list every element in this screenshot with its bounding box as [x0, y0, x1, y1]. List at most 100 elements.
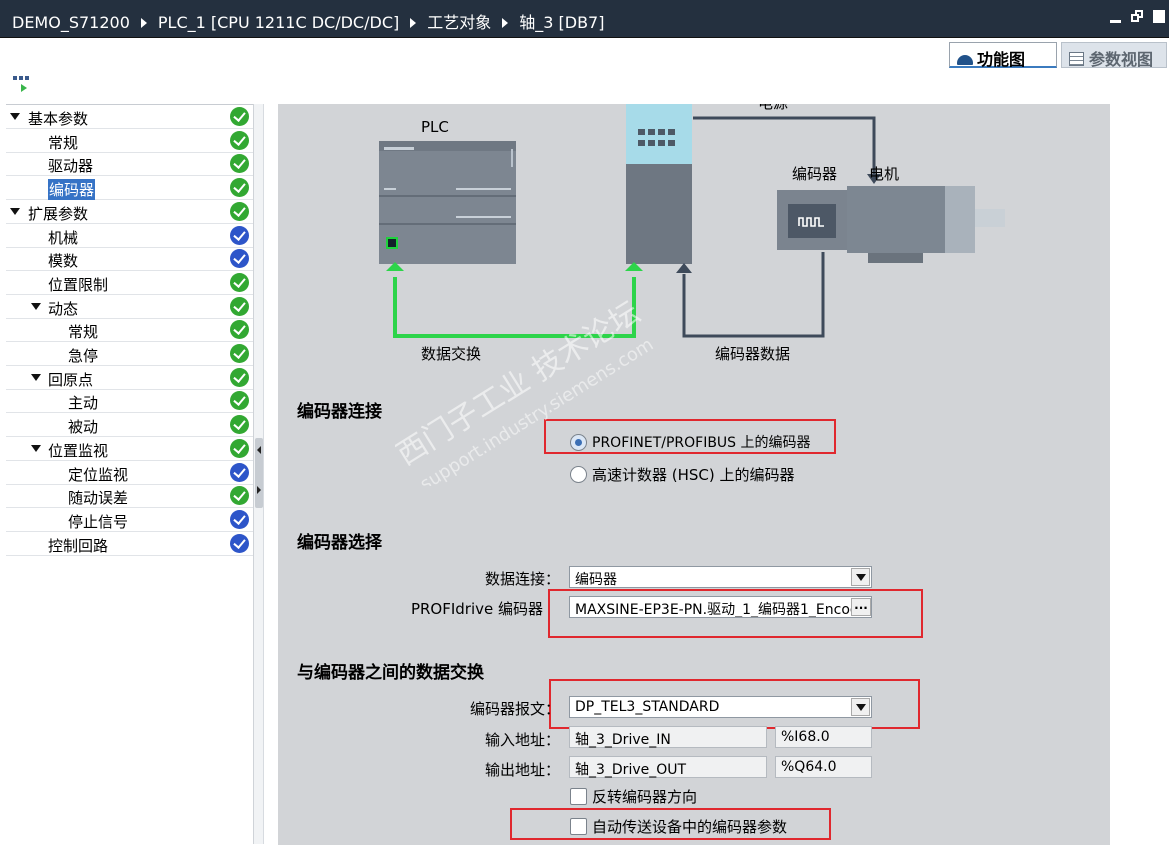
status-ok-icon: [230, 486, 249, 506]
encoder-label: 编码器: [792, 165, 838, 183]
tree-item[interactable]: 定位监视: [6, 461, 256, 485]
tree-item-label: 动态: [48, 299, 79, 318]
browse-button[interactable]: ...: [851, 598, 871, 616]
profidrive-encoder-label: PROFIdrive 编码器: [410, 600, 543, 618]
breadcrumb-item-project[interactable]: DEMO_S71200: [12, 13, 130, 32]
plc-label: PLC: [421, 118, 449, 136]
output-address-label: 输出地址：: [484, 761, 560, 779]
chevron-down-icon[interactable]: [851, 698, 870, 716]
tree-item[interactable]: 机械: [6, 224, 256, 248]
tree-item[interactable]: 主动: [6, 389, 256, 414]
tree-item-label: 模数: [48, 252, 79, 271]
data-exchange-title: 与编码器之间的数据交换: [297, 663, 484, 683]
status-ok-icon: [230, 154, 249, 174]
encoder-connection-title: 编码器连接: [297, 402, 382, 422]
tree-item[interactable]: 急停: [6, 342, 256, 366]
tree-item-label: 急停: [68, 347, 99, 365]
status-default-icon: [230, 225, 249, 245]
tree-item-label: 驱动器: [48, 157, 94, 176]
tree-item[interactable]: 位置监视: [6, 437, 256, 461]
profidrive-encoder-field[interactable]: MAXSINE-EP3E-PN.驱动_1_编码器1_Encoc: [569, 596, 872, 618]
breadcrumb: DEMO_S71200 PLC_1 [CPU 1211C DC/DC/DC] 工艺对…: [12, 9, 604, 33]
output-address-field[interactable]: %Q64.0: [775, 756, 872, 778]
status-ok-icon: [230, 178, 249, 198]
input-address-field[interactable]: %I68.0: [775, 726, 872, 748]
tab-parameter-view[interactable]: 参数视图: [1061, 42, 1167, 69]
breadcrumb-item-tech-objects[interactable]: 工艺对象: [427, 9, 491, 33]
tree-item[interactable]: 驱动器: [6, 152, 256, 177]
status-ok-icon: [230, 415, 249, 435]
expand-right-icon[interactable]: [257, 486, 261, 494]
tab-function-view[interactable]: 功能图: [949, 42, 1057, 69]
encoder-device-image: [777, 190, 847, 250]
tree-item[interactable]: 回原点: [6, 366, 256, 390]
auto-transfer-checkbox[interactable]: [570, 818, 587, 835]
breadcrumb-item-axis[interactable]: 轴_3 [DB7]: [519, 9, 604, 33]
minimize-icon[interactable]: [1110, 20, 1121, 23]
breadcrumb-arrow-icon: [140, 18, 147, 28]
invert-direction-checkbox[interactable]: [570, 788, 587, 805]
overview-navigation-icon[interactable]: [12, 74, 34, 94]
tree-item[interactable]: 动态: [6, 295, 256, 319]
power-label: 电源: [758, 104, 788, 113]
status-ok-icon: [230, 272, 249, 292]
plc-device-image: [379, 141, 516, 264]
encoder-data-label: 编码器数据: [715, 345, 791, 363]
tree-item-label: 常规: [48, 133, 79, 152]
navigation-tree: 基本参数 常规 驱动器 编码器 扩展参数 机械 模数 位置限制 动态 常规 急停 回原点 主动 被动 位置监…: [6, 104, 263, 844]
drive-device-image: [626, 104, 692, 264]
tree-item[interactable]: 位置限制: [6, 271, 256, 295]
motor-label: 电机: [869, 165, 900, 183]
tree-item-label: 机械: [48, 228, 79, 247]
tree-item-label: 扩展参数: [28, 204, 89, 223]
tree-item-label: 基本参数: [28, 110, 89, 128]
tree-item[interactable]: 常规: [6, 318, 256, 343]
tree-item[interactable]: 常规: [6, 129, 256, 153]
data-connection-select[interactable]: 编码器: [569, 566, 872, 588]
expand-arrow-icon[interactable]: [31, 444, 41, 452]
tree-item-label: 编码器: [48, 179, 96, 201]
tab-function-view-label: 功能图: [977, 50, 1026, 69]
profidrive-encoder-value: MAXSINE-EP3E-PN.驱动_1_编码器1_Encoc: [575, 602, 858, 618]
collapse-left-icon[interactable]: [257, 446, 261, 454]
status-ok-icon: [230, 320, 249, 340]
tree-item[interactable]: 编码器: [6, 176, 256, 201]
output-tag-field[interactable]: 轴_3_Drive_OUT: [569, 756, 767, 778]
expand-arrow-icon[interactable]: [31, 373, 41, 381]
expand-arrow-icon[interactable]: [31, 302, 41, 310]
radio-profinet-encoder[interactable]: [570, 434, 587, 451]
tree-item-label: 被动: [68, 418, 99, 437]
expand-arrow-icon[interactable]: [10, 113, 20, 120]
data-exchange-link: [393, 277, 636, 338]
splitter-handle[interactable]: [255, 438, 263, 508]
telegram-select[interactable]: DP_TEL3_STANDARD: [569, 696, 872, 718]
tree-item[interactable]: 扩展参数: [6, 200, 256, 224]
status-ok-icon: [230, 201, 249, 221]
radio-hsc-encoder-label: 高速计数器 (HSC) 上的编码器: [592, 466, 795, 484]
tree-item-label: 定位监视: [68, 465, 129, 484]
status-default-icon: [230, 462, 249, 482]
radio-profinet-encoder-label: PROFINET/PROFIBUS 上的编码器: [592, 435, 811, 451]
close-icon[interactable]: [1153, 10, 1165, 23]
telegram-value: DP_TEL3_STANDARD: [575, 699, 720, 715]
tree-item[interactable]: 随动误差: [6, 484, 256, 509]
tab-parameter-view-label: 参数视图: [1089, 50, 1154, 69]
expand-arrow-icon[interactable]: [10, 207, 20, 215]
chevron-down-icon[interactable]: [851, 568, 870, 586]
restore-icon[interactable]: [1131, 10, 1144, 23]
tree-item[interactable]: 停止信号: [6, 508, 256, 532]
tree-item[interactable]: 基本参数: [6, 105, 256, 129]
tree-item[interactable]: 控制回路: [6, 532, 256, 556]
radio-hsc-encoder[interactable]: [570, 466, 587, 483]
tree-item[interactable]: 被动: [6, 413, 256, 438]
status-ok-icon: [230, 296, 249, 316]
tree-item-label: 常规: [68, 323, 99, 342]
tree-item-label: 回原点: [48, 370, 94, 389]
breadcrumb-item-plc[interactable]: PLC_1 [CPU 1211C DC/DC/DC]: [158, 13, 399, 32]
input-tag-field[interactable]: 轴_3_Drive_IN: [569, 726, 767, 748]
tree-item[interactable]: 模数: [6, 247, 256, 272]
status-ok-icon: [230, 367, 249, 387]
encoder-selection-title: 编码器选择: [297, 533, 382, 553]
breadcrumb-arrow-icon: [502, 18, 509, 28]
tree-item-label: 位置监视: [48, 441, 109, 460]
